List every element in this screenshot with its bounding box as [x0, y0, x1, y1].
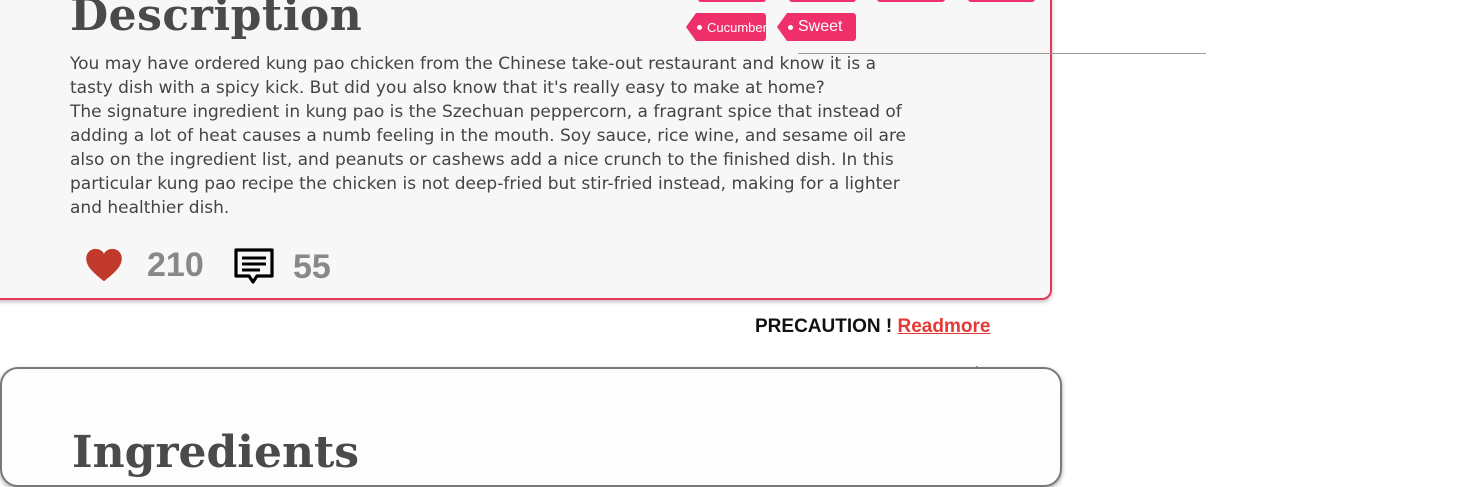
tag-sweet[interactable]: Sweet [777, 13, 856, 41]
likes-count: 210 [147, 246, 204, 284]
tag-dot-icon [697, 24, 702, 30]
tag-cucumber[interactable]: Cucumber [686, 13, 767, 41]
tag-partial[interactable] [698, 0, 766, 2]
comments-count: 55 [293, 248, 331, 286]
description-paragraph: You may have ordered kung pao chicken fr… [70, 54, 877, 98]
description-text: You may have ordered kung pao chicken fr… [70, 52, 910, 220]
tag-dot-icon [788, 24, 793, 30]
tag-partial[interactable] [877, 0, 945, 2]
tag-partial[interactable] [789, 0, 856, 2]
tag-label: Cucumber [707, 19, 767, 35]
ingredients-title: Ingredients [72, 427, 360, 478]
description-paragraph: The signature ingredient in kung pao is … [70, 102, 907, 218]
precaution-line: PRECAUTION ! Readmore [755, 316, 990, 338]
comment-icon[interactable] [232, 246, 276, 288]
ingredients-card: Ingredients [0, 367, 1062, 487]
tag-partial[interactable] [968, 0, 1035, 2]
heart-icon[interactable] [85, 248, 123, 282]
readmore-link[interactable]: Readmore [898, 316, 991, 337]
description-title: Description [70, 0, 363, 41]
precaution-label: PRECAUTION ! [755, 316, 893, 337]
tag-label: Sweet [798, 18, 843, 35]
